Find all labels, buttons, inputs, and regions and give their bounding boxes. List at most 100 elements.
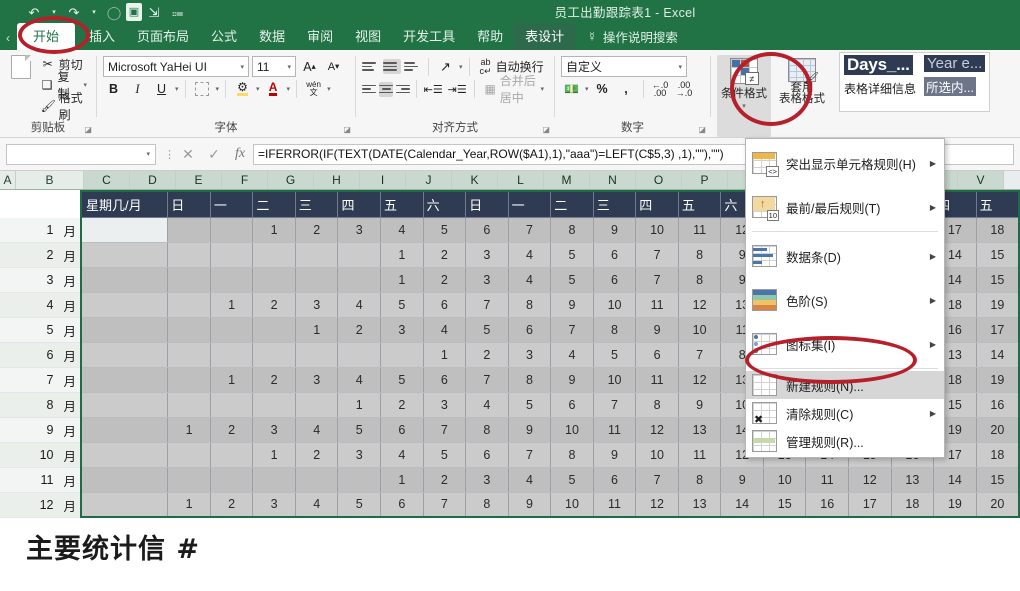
day-cell[interactable]: 4 xyxy=(295,492,338,517)
day-cell[interactable]: 2 xyxy=(295,217,338,242)
day-cell[interactable]: 15 xyxy=(976,242,1019,267)
day-cell[interactable]: 9 xyxy=(508,417,551,442)
day-cell[interactable]: 6 xyxy=(466,442,509,467)
day-cell[interactable]: 9 xyxy=(593,442,636,467)
weekday-header-8[interactable]: 一 xyxy=(508,191,551,217)
tab-table-design[interactable]: 表设计 xyxy=(514,23,575,50)
row-label-cell[interactable] xyxy=(81,442,168,467)
day-cell[interactable]: 9 xyxy=(551,292,594,317)
day-cell[interactable]: 2 xyxy=(253,367,296,392)
cf-menu-item-2[interactable]: 数据条(D)▶ xyxy=(746,234,944,278)
weekday-header-11[interactable]: 四 xyxy=(636,191,679,217)
increase-font-size-button[interactable]: A▴ xyxy=(299,56,320,77)
day-cell[interactable]: 14 xyxy=(934,467,977,492)
day-cell[interactable]: 2 xyxy=(423,242,466,267)
day-cell[interactable] xyxy=(338,467,381,492)
day-cell[interactable] xyxy=(253,317,296,342)
day-cell[interactable]: 12 xyxy=(678,367,721,392)
day-cell[interactable]: 5 xyxy=(381,367,424,392)
day-cell[interactable] xyxy=(253,267,296,292)
weekday-header-3[interactable]: 三 xyxy=(295,191,338,217)
day-cell[interactable]: 17 xyxy=(849,492,892,517)
day-cell[interactable]: 6 xyxy=(381,417,424,442)
day-cell[interactable]: 4 xyxy=(338,367,381,392)
day-cell[interactable]: 7 xyxy=(423,417,466,442)
day-cell[interactable]: 2 xyxy=(466,342,509,367)
day-cell[interactable] xyxy=(210,242,253,267)
day-cell[interactable]: 5 xyxy=(551,467,594,492)
day-cell[interactable]: 18 xyxy=(976,217,1019,242)
alignment-dialog-launcher[interactable]: ◪ xyxy=(542,125,550,134)
table-detail-column-year[interactable]: Year e... 所选内... xyxy=(920,53,989,111)
decrease-font-size-button[interactable]: A▾ xyxy=(323,56,344,77)
day-cell[interactable]: 5 xyxy=(508,392,551,417)
day-cell[interactable]: 3 xyxy=(466,467,509,492)
merge-center-button[interactable]: ▦ 合并后居中 ▾ xyxy=(480,79,548,100)
day-cell[interactable]: 1 xyxy=(381,467,424,492)
format-painter-button[interactable]: 🖌 格式刷 xyxy=(38,96,90,116)
row-header-12[interactable]: 12月 xyxy=(0,493,80,518)
increase-indent-button[interactable]: ⇥☰ xyxy=(447,79,468,100)
day-cell[interactable]: 8 xyxy=(466,492,509,517)
day-cell[interactable] xyxy=(295,392,338,417)
weekday-header-6[interactable]: 六 xyxy=(423,191,466,217)
row-header-9[interactable]: 9月 xyxy=(0,418,80,443)
day-cell[interactable] xyxy=(381,342,424,367)
chevron-down-icon[interactable]: ▾ xyxy=(83,81,87,89)
column-header-l[interactable]: L xyxy=(498,171,544,189)
day-cell[interactable]: 3 xyxy=(338,217,381,242)
day-cell[interactable] xyxy=(295,242,338,267)
increase-decimal-button[interactable]: ←.0.00 xyxy=(650,79,671,100)
day-cell[interactable]: 12 xyxy=(678,292,721,317)
day-cell[interactable]: 13 xyxy=(678,417,721,442)
orientation-button[interactable]: ↗ xyxy=(435,56,456,77)
tab-page-layout[interactable]: 页面布局 xyxy=(126,23,200,50)
tab-view[interactable]: 视图 xyxy=(344,23,392,50)
day-cell[interactable]: 11 xyxy=(806,467,849,492)
day-cell[interactable]: 19 xyxy=(976,292,1019,317)
day-cell[interactable] xyxy=(210,267,253,292)
row-label-cell[interactable] xyxy=(81,217,168,242)
cf-menu-item-0[interactable]: <>突出显示单元格规则(H)▶ xyxy=(746,141,944,185)
cf-menu-item-7[interactable]: 管理规则(R)... xyxy=(746,427,944,455)
day-cell[interactable]: 4 xyxy=(466,392,509,417)
row-header-3[interactable]: 3月 xyxy=(0,268,80,293)
row-header-10[interactable]: 10月 xyxy=(0,443,80,468)
day-cell[interactable]: 10 xyxy=(593,292,636,317)
day-cell[interactable]: 6 xyxy=(508,317,551,342)
day-cell[interactable]: 3 xyxy=(508,342,551,367)
day-cell[interactable]: 8 xyxy=(508,292,551,317)
day-cell[interactable]: 9 xyxy=(721,467,764,492)
italic-button[interactable]: I xyxy=(127,79,148,100)
day-cell[interactable]: 7 xyxy=(636,242,679,267)
column-header-a[interactable]: A xyxy=(0,171,16,189)
column-header-n[interactable]: N xyxy=(590,171,636,189)
table-detail-column-days[interactable]: Days_... 表格详细信息 xyxy=(840,53,920,111)
weekday-header-7[interactable]: 日 xyxy=(466,191,509,217)
phonetic-dropdown-icon[interactable]: ▾ xyxy=(327,85,331,93)
day-cell[interactable]: 5 xyxy=(338,492,381,517)
day-cell[interactable] xyxy=(210,467,253,492)
day-cell[interactable]: 8 xyxy=(636,392,679,417)
day-cell[interactable] xyxy=(295,467,338,492)
row-header-1[interactable]: 1月 xyxy=(0,218,80,243)
weekday-header-1[interactable]: 一 xyxy=(210,191,253,217)
bold-button[interactable]: B xyxy=(103,79,124,100)
tab-help[interactable]: 帮助 xyxy=(466,23,514,50)
day-cell[interactable]: 15 xyxy=(976,467,1019,492)
borders-dropdown-icon[interactable]: ▾ xyxy=(216,85,220,93)
row-label-cell[interactable] xyxy=(81,467,168,492)
weekday-header-19[interactable]: 五 xyxy=(976,191,1019,217)
day-cell[interactable]: 2 xyxy=(381,392,424,417)
row-header-4[interactable]: 4月 xyxy=(0,293,80,318)
column-header-i[interactable]: I xyxy=(360,171,406,189)
column-header-c[interactable]: C xyxy=(84,171,130,189)
day-cell[interactable]: 12 xyxy=(636,417,679,442)
accounting-format-button[interactable]: 💵 xyxy=(561,79,582,100)
row-header-8[interactable]: 8月 xyxy=(0,393,80,418)
day-cell[interactable]: 4 xyxy=(423,317,466,342)
accounting-dropdown-icon[interactable]: ▾ xyxy=(585,85,589,93)
day-cell[interactable] xyxy=(210,392,253,417)
day-cell[interactable]: 11 xyxy=(593,492,636,517)
weekday-header-12[interactable]: 五 xyxy=(678,191,721,217)
